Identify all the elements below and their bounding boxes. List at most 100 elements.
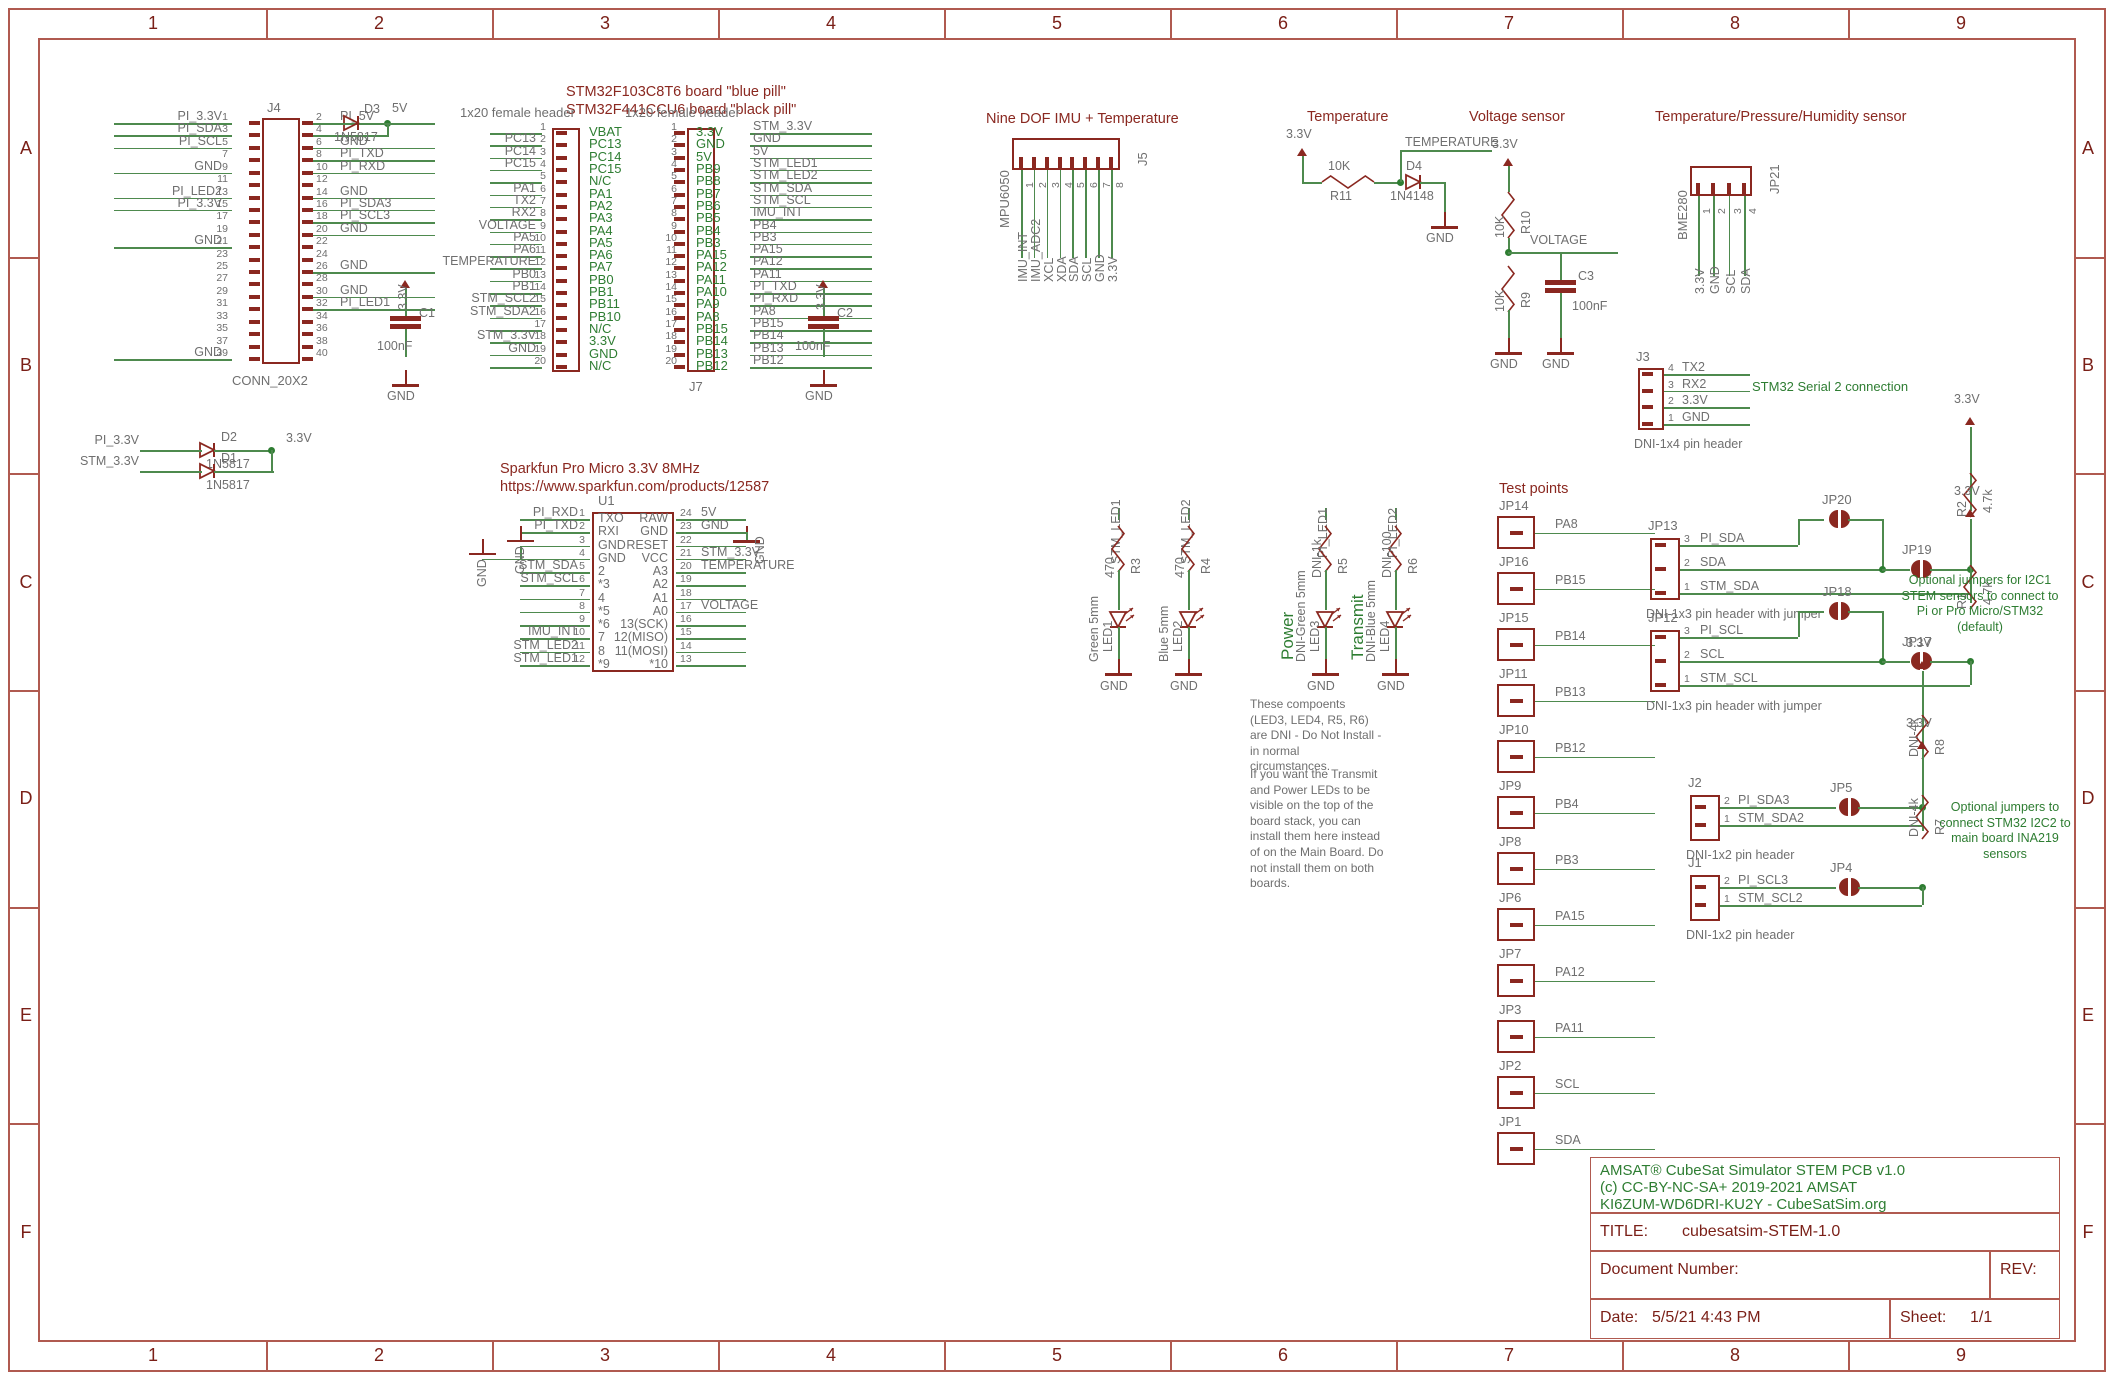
temp-d4-value: 1N4148 [1390, 189, 1434, 203]
d3-wire-in [330, 123, 346, 125]
voltage-vcc-wire [1508, 166, 1510, 192]
pin-header-body[interactable] [1690, 875, 1720, 921]
j7-pin-number: 10 [665, 231, 677, 244]
title-label: TITLE: [1600, 1223, 1649, 1240]
u1-right-net: 5V [701, 505, 717, 519]
jumper-jumpB-in [1882, 569, 1910, 571]
c1-value: 100nF [377, 339, 413, 353]
c2-top-net: 3.3V [814, 284, 828, 310]
j4-body [262, 118, 300, 364]
bme280-net-label: 3.3V [1693, 268, 1707, 294]
led-gnd-symbol [1175, 673, 1202, 676]
test-point-wire [1535, 644, 1655, 646]
u1-right-pin-number: 15 [680, 626, 692, 639]
j4-right-wire [313, 172, 435, 175]
gnd-stem [1118, 659, 1120, 673]
j6-pin-number: 6 [540, 182, 546, 195]
jumper-pin-tick [1655, 683, 1666, 687]
led-resistor-value: DNI-1k [1310, 539, 1324, 578]
pullup-bottom-wire [1922, 795, 1924, 831]
i2c2-note[interactable]: Optional jumpers to connect STM32 I2C2 t… [1930, 800, 2080, 863]
test-point-ref: JP10 [1499, 722, 1529, 737]
led-function-label: Transmit [1348, 594, 1367, 661]
gnd-stem [1325, 659, 1327, 673]
frame-tick [718, 10, 720, 40]
test-point-net: PA15 [1555, 908, 1585, 923]
jumper-jumpA-in [1798, 611, 1824, 613]
test-point-pin [1510, 978, 1523, 983]
j3-net-label: 3.3V [1682, 393, 1708, 408]
frame-col-4: 4 [825, 13, 836, 33]
test-point-pin [1510, 866, 1523, 871]
pullup-vcc-arrow [1917, 661, 1927, 669]
led-gnd-symbol [1312, 673, 1339, 676]
pin-header-body[interactable] [1690, 795, 1720, 841]
test-point-pin [1510, 1090, 1523, 1095]
i2c1-note[interactable]: Optional jumpers for I2C1 STEM sensors t… [1900, 573, 2060, 636]
frame-tick [2074, 473, 2104, 476]
c2-gnd-label: GND [805, 389, 833, 403]
j7-pin-number: 9 [671, 219, 677, 232]
led-description: Green 5mm [1087, 596, 1101, 662]
j4-net-left: PI_SCL [178, 133, 222, 148]
j6-net-label: GND [508, 340, 536, 355]
j4-pin-left [249, 294, 260, 299]
u1-right-pin-number: 21 [680, 546, 692, 559]
frame-tick [2074, 1123, 2104, 1126]
gnd-stem [1444, 212, 1446, 226]
u1-left-pin-number: 6 [579, 573, 585, 586]
test-point-ref: JP8 [1499, 834, 1522, 849]
j6-pin-number: 11 [535, 244, 546, 257]
test-point-pin [1510, 586, 1523, 591]
j4-pin-number-left: 1 [222, 111, 228, 123]
dni-note-paragraph-1: These compoents (LED3, LED4, R5, R6) are… [1250, 697, 1382, 774]
node-riser [1922, 887, 1924, 905]
u1-left-net: STM_LED1 [513, 651, 578, 665]
d2-net-in: PI_3.3V [94, 433, 139, 447]
voltage-title: Voltage sensor [1469, 109, 1565, 125]
imu-pin-tick [1109, 157, 1113, 168]
frame-tick [1848, 1340, 1850, 1370]
frame-col-9: 9 [1955, 13, 1966, 33]
c1-gnd-symbol [392, 384, 419, 387]
j4-pin-left [249, 158, 260, 163]
pullup-vcc-label: 3.3V [1954, 484, 1980, 498]
u1-right-function: 11(MOSI) [614, 643, 668, 658]
jumper-jumpA-out [1848, 611, 1882, 613]
frame-col-1: 1 [147, 13, 158, 33]
led-resistor-ref: R4 [1199, 558, 1213, 574]
bme280-title: Temperature/Pressure/Humidity sensor [1655, 109, 1907, 125]
j6-pin-tick [556, 131, 567, 135]
sheet-value: 1/1 [1970, 1309, 1993, 1326]
frame-tick [266, 1340, 268, 1370]
pin-header-footprint: DNI-1x2 pin header [1686, 928, 1795, 942]
sheet-label: Sheet: [1900, 1309, 1947, 1326]
test-point-wire [1535, 1092, 1655, 1094]
j4-pin-number-left: 31 [216, 297, 228, 310]
u1-right-net: TEMPERATURE [701, 558, 795, 573]
test-point-wire [1535, 1148, 1655, 1150]
j7-pin-number: 6 [671, 182, 677, 195]
temp-vcc-wire [1302, 156, 1304, 182]
j3-note: STM32 Serial 2 connection [1752, 379, 1909, 394]
j7-net-label: STM_LED2 [753, 168, 818, 183]
jumper-pin2-wire [1680, 661, 1882, 663]
temp-r11-value: 10K [1328, 159, 1351, 173]
document-number-label: Document Number: [1600, 1261, 1739, 1278]
j6-pin-tick [556, 204, 567, 209]
imu-pin-tick [1044, 157, 1049, 168]
test-point-net: PB4 [1555, 796, 1579, 811]
j4-ref: J4 [267, 100, 281, 115]
led-gnd-label: GND [1307, 679, 1335, 693]
j4-pin-number-left: 9 [222, 160, 228, 173]
j4-net-right: PI_RXD [340, 158, 386, 173]
frame-tick [266, 10, 268, 40]
j3-pin-wire [1664, 390, 1750, 393]
j7-net-wire [750, 367, 872, 369]
led-net-label: STM_LED2 [1179, 499, 1193, 564]
jumper-jumpB-out [1930, 661, 1970, 663]
imu-net-label: IMU_INT [1016, 232, 1030, 282]
j4-pin-right [302, 158, 313, 163]
temp-d4-ref: D4 [1406, 159, 1422, 173]
bme280-pin-wire [1698, 196, 1700, 276]
